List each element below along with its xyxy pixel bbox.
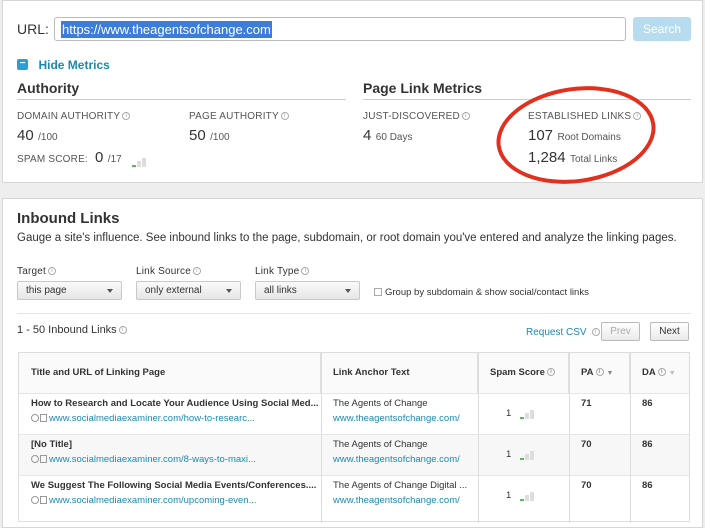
document-icon[interactable] [40, 455, 47, 464]
minus-icon: − [17, 59, 28, 71]
spam-meter-icon [132, 149, 147, 167]
page-authority-label: PAGE AUTHORITY i [189, 111, 289, 122]
anchor-text: The Agents of Change [333, 398, 428, 409]
column-header-pa[interactable]: PA i ▼ [569, 353, 630, 393]
page-authority-value: 50 /100 [189, 127, 230, 144]
spam-score-cell: 1 [506, 490, 535, 501]
column-header-anchor-text[interactable]: Link Anchor Text [321, 353, 478, 393]
search-icon[interactable] [31, 414, 39, 423]
request-csv-link[interactable]: Request CSV i [526, 327, 600, 338]
pa-value: 71 [581, 398, 592, 409]
spam-score-cell: 1 [506, 449, 535, 460]
chevron-down-icon [226, 289, 232, 293]
column-divider [321, 353, 322, 523]
spam-score-value: 0 /17 [95, 149, 147, 167]
info-icon[interactable]: i [122, 112, 131, 121]
linking-page-title[interactable]: [No Title] [31, 439, 72, 450]
anchor-text: The Agents of Change [333, 439, 428, 450]
info-icon[interactable]: i [301, 267, 310, 276]
info-icon[interactable]: i [591, 328, 600, 337]
url-input[interactable]: https://www.theagentsofchange.com [54, 17, 626, 41]
column-header-title-url[interactable]: Title and URL of Linking Page [19, 353, 321, 393]
column-divider [478, 353, 479, 523]
group-by-subdomain-checkbox[interactable]: Group by subdomain & show social/contact… [374, 287, 589, 298]
da-value: 86 [642, 398, 653, 409]
spam-score-cell: 1 [506, 408, 535, 419]
info-icon[interactable]: i [118, 326, 127, 335]
search-button[interactable]: Search [633, 17, 691, 41]
link-type-label: Link Type i [255, 266, 310, 277]
da-value: 86 [642, 480, 653, 491]
column-divider [569, 353, 570, 523]
just-discovered-value: 4 60 Days [363, 127, 413, 144]
spam-meter-icon [519, 490, 535, 501]
sort-down-icon[interactable]: ▼ [669, 370, 676, 377]
table-row: [No Title] www.socialmediaexaminer.com/8… [19, 434, 689, 475]
linking-page-url[interactable]: www.socialmediaexaminer.com/8-ways-to-ma… [31, 454, 256, 465]
column-header-spam-score[interactable]: Spam Score i [478, 353, 569, 393]
authority-divider [17, 99, 346, 100]
next-button[interactable]: Next [650, 322, 689, 341]
info-icon[interactable]: i [657, 368, 666, 377]
da-value: 86 [642, 439, 653, 450]
column-divider [630, 353, 631, 523]
table-row: We Suggest The Following Social Media Ev… [19, 475, 689, 516]
url-input-value: https://www.theagentsofchange.com [61, 21, 272, 38]
link-source-label: Link Source i [136, 266, 202, 277]
anchor-text: The Agents of Change Digital ... [333, 480, 468, 491]
chevron-down-icon [107, 289, 113, 293]
document-icon[interactable] [40, 414, 47, 423]
info-icon[interactable]: i [546, 368, 555, 377]
spam-meter-icon [519, 408, 535, 419]
linking-page-title[interactable]: How to Research and Locate Your Audience… [31, 398, 319, 409]
anchor-url[interactable]: www.theagentsofchange.com/ [333, 413, 460, 424]
target-select[interactable]: this page [17, 281, 122, 300]
just-discovered-label: JUST-DISCOVERED i [363, 111, 470, 122]
chevron-down-icon [345, 289, 351, 293]
anchor-url[interactable]: www.theagentsofchange.com/ [333, 454, 460, 465]
search-icon[interactable] [31, 496, 39, 505]
linking-page-url[interactable]: www.socialmediaexaminer.com/how-to-resea… [31, 413, 255, 424]
filters-divider [17, 313, 691, 314]
info-icon[interactable]: i [461, 112, 470, 121]
info-icon[interactable]: i [280, 112, 289, 121]
table-row: How to Research and Locate Your Audience… [19, 393, 689, 434]
target-label: Target i [17, 266, 56, 277]
link-source-select[interactable]: only external [136, 281, 241, 300]
inbound-links-title: Inbound Links [17, 210, 120, 227]
results-range: 1 - 50 Inbound Links i [17, 324, 127, 336]
inbound-links-table: Title and URL of Linking Page Link Ancho… [18, 352, 690, 523]
spam-score-label: SPAM SCORE: [17, 154, 88, 165]
domain-authority-label: DOMAIN AUTHORITY i [17, 111, 131, 122]
pa-value: 70 [581, 439, 592, 450]
checkbox-icon [374, 288, 382, 297]
domain-authority-value: 40 /100 [17, 127, 58, 144]
column-header-da[interactable]: DA i ▼ [630, 353, 689, 393]
inbound-links-panel: Inbound Links Gauge a site's influence. … [2, 198, 703, 528]
document-icon[interactable] [40, 496, 47, 505]
pa-value: 70 [581, 480, 592, 491]
hide-metrics-label: Hide Metrics [38, 58, 110, 72]
linking-page-url[interactable]: www.socialmediaexaminer.com/upcoming-eve… [31, 495, 257, 506]
link-type-select[interactable]: all links [255, 281, 360, 300]
authority-title: Authority [17, 80, 80, 96]
info-icon[interactable]: i [595, 368, 604, 377]
linking-page-title[interactable]: We Suggest The Following Social Media Ev… [31, 480, 316, 491]
spam-meter-icon [519, 449, 535, 460]
anchor-url[interactable]: www.theagentsofchange.com/ [333, 495, 460, 506]
url-label: URL: [17, 21, 49, 37]
info-icon[interactable]: i [193, 267, 202, 276]
search-icon[interactable] [31, 455, 39, 464]
sort-down-icon[interactable]: ▼ [607, 370, 614, 377]
hide-metrics-toggle[interactable]: − Hide Metrics [17, 56, 110, 74]
inbound-links-description: Gauge a site's influence. See inbound li… [17, 232, 677, 244]
prev-button[interactable]: Prev [601, 322, 640, 341]
info-icon[interactable]: i [48, 267, 56, 276]
page-link-metrics-title: Page Link Metrics [363, 80, 483, 96]
